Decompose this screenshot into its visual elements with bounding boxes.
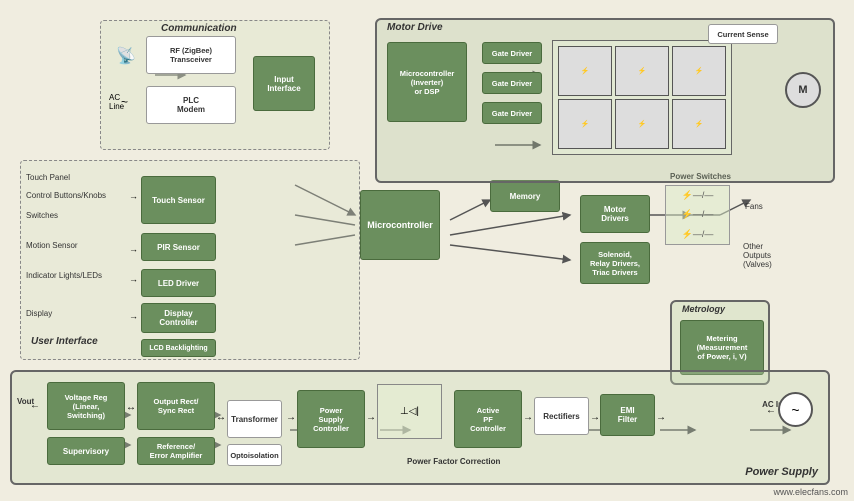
plc-modem-box: PLC Modem xyxy=(146,86,236,124)
arrow1: → xyxy=(129,191,138,201)
switch-grid: ⚡ ⚡ ⚡ ⚡ ⚡ ⚡ xyxy=(553,41,731,154)
arrow-ps1: ↔ xyxy=(126,402,136,413)
main-diagram: Communication 📡 RF (ZigBee) Transceiver … xyxy=(0,0,854,501)
ac-in-arrow: ← xyxy=(766,405,776,416)
user-interface-section: User Interface Touch Panel Control Butto… xyxy=(20,160,360,360)
arrow-ps4: → xyxy=(366,412,376,423)
other-outputs-label: OtherOutputs(Valves) xyxy=(743,242,772,269)
metrology-title: Metrology xyxy=(682,304,725,314)
arrow-ps7: → xyxy=(656,412,666,423)
motor-drive-title: Motor Drive xyxy=(387,22,443,33)
ac-line-icon: ~ xyxy=(121,95,128,109)
motor-symbol: M xyxy=(785,72,821,108)
gate-driver-2-box: Gate Driver xyxy=(482,72,542,94)
indicator-lights-label: Indicator Lights/LEDs xyxy=(26,271,102,280)
fans-label: Fans xyxy=(745,202,763,211)
power-switches-area: ⚡―/― ⚡―/― ⚡―/― xyxy=(665,185,730,245)
sw4: ⚡ xyxy=(558,99,612,149)
output-rect-box: Output Rect/ Sync Rect xyxy=(137,382,215,430)
ac-in-symbol: ~ xyxy=(778,392,813,427)
display-controller-box: Display Controller xyxy=(141,303,216,333)
gate-driver-3-box: Gate Driver xyxy=(482,102,542,124)
arrow2: → xyxy=(129,244,138,254)
current-sense-box: Current Sense xyxy=(708,24,778,44)
motion-sensor-label: Motion Sensor xyxy=(26,241,78,250)
main-microcontroller-box: Microcontroller xyxy=(360,190,440,260)
communication-section: Communication 📡 RF (ZigBee) Transceiver … xyxy=(100,20,330,150)
power-supply-controller-box: Power Supply Controller xyxy=(297,390,365,448)
rectifiers-box: Rectifiers xyxy=(534,397,589,435)
reference-amplifier-box: Reference/ Error Amplifier xyxy=(137,437,215,465)
touch-sensor-box: Touch Sensor xyxy=(141,176,216,224)
transformer-box: Transformer xyxy=(227,400,282,438)
switch-symbol-2: ⚡―/― xyxy=(682,209,714,220)
switch-symbol-1: ⚡―/― xyxy=(682,190,714,201)
sw5: ⚡ xyxy=(615,99,669,149)
arrow3: → xyxy=(129,274,138,284)
optoisolation-box: Optoisolation xyxy=(227,444,282,466)
arrow4: → xyxy=(129,311,138,321)
arrow-ps5: → xyxy=(523,412,533,423)
sw1: ⚡ xyxy=(558,46,612,96)
user-interface-title: User Interface xyxy=(31,336,98,347)
arrow-ps3: → xyxy=(286,412,296,423)
capacitor-diode-area: ⊥◁| xyxy=(377,384,442,439)
watermark: www.elecfans.com xyxy=(773,487,848,497)
switches-label: Switches xyxy=(26,211,58,220)
switch-symbol-3: ⚡―/― xyxy=(682,229,714,240)
sw3: ⚡ xyxy=(672,46,726,96)
touch-panel-label: Touch Panel xyxy=(26,173,70,182)
arrow-ps6: → xyxy=(590,412,600,423)
emi-filter-box: EMI Filter xyxy=(600,394,655,436)
sw6: ⚡ xyxy=(672,99,726,149)
power-supply-title: Power Supply xyxy=(745,466,818,478)
supervisory-box: Supervisory xyxy=(47,437,125,465)
gate-driver-1-box: Gate Driver xyxy=(482,42,542,64)
motor-drivers-box: Motor Drivers xyxy=(580,195,650,233)
vout-arrow: ← xyxy=(30,400,40,411)
switch-matrix: ⚡ ⚡ ⚡ ⚡ ⚡ ⚡ xyxy=(552,40,732,155)
solenoid-drivers-box: Solenoid, Relay Drivers, Triac Drivers xyxy=(580,242,650,284)
motor-drive-section: Motor Drive Microcontroller (Inverter) o… xyxy=(375,18,835,183)
display-label: Display xyxy=(26,309,52,318)
pir-sensor-box: PIR Sensor xyxy=(141,233,216,261)
control-buttons-label: Control Buttons/Knobs xyxy=(26,191,106,200)
led-driver-box: LED Driver xyxy=(141,269,216,297)
lcd-backlighting-box: LCD Backlighting xyxy=(141,339,216,357)
pfc-label: Power Factor Correction xyxy=(407,457,500,466)
power-supply-section: Power Supply Vout ← Voltage Reg (Linear,… xyxy=(10,370,830,485)
active-pf-controller-box: Active PF Controller xyxy=(454,390,522,448)
input-interface-box: Input Interface xyxy=(253,56,315,111)
metering-box: Metering (Measurement of Power, i, V) xyxy=(680,320,764,375)
communication-title: Communication xyxy=(161,23,237,34)
voltage-reg-box: Voltage Reg (Linear, Switching) xyxy=(47,382,125,430)
arrow-ps2: ↔ xyxy=(216,412,226,423)
sw2: ⚡ xyxy=(615,46,669,96)
memory-box: Memory xyxy=(490,180,560,212)
microcontroller-inverter-box: Microcontroller (Inverter) or DSP xyxy=(387,42,467,122)
rf-transceiver-box: RF (ZigBee) Transceiver xyxy=(146,36,236,74)
antenna-icon: 📡 xyxy=(116,46,136,66)
